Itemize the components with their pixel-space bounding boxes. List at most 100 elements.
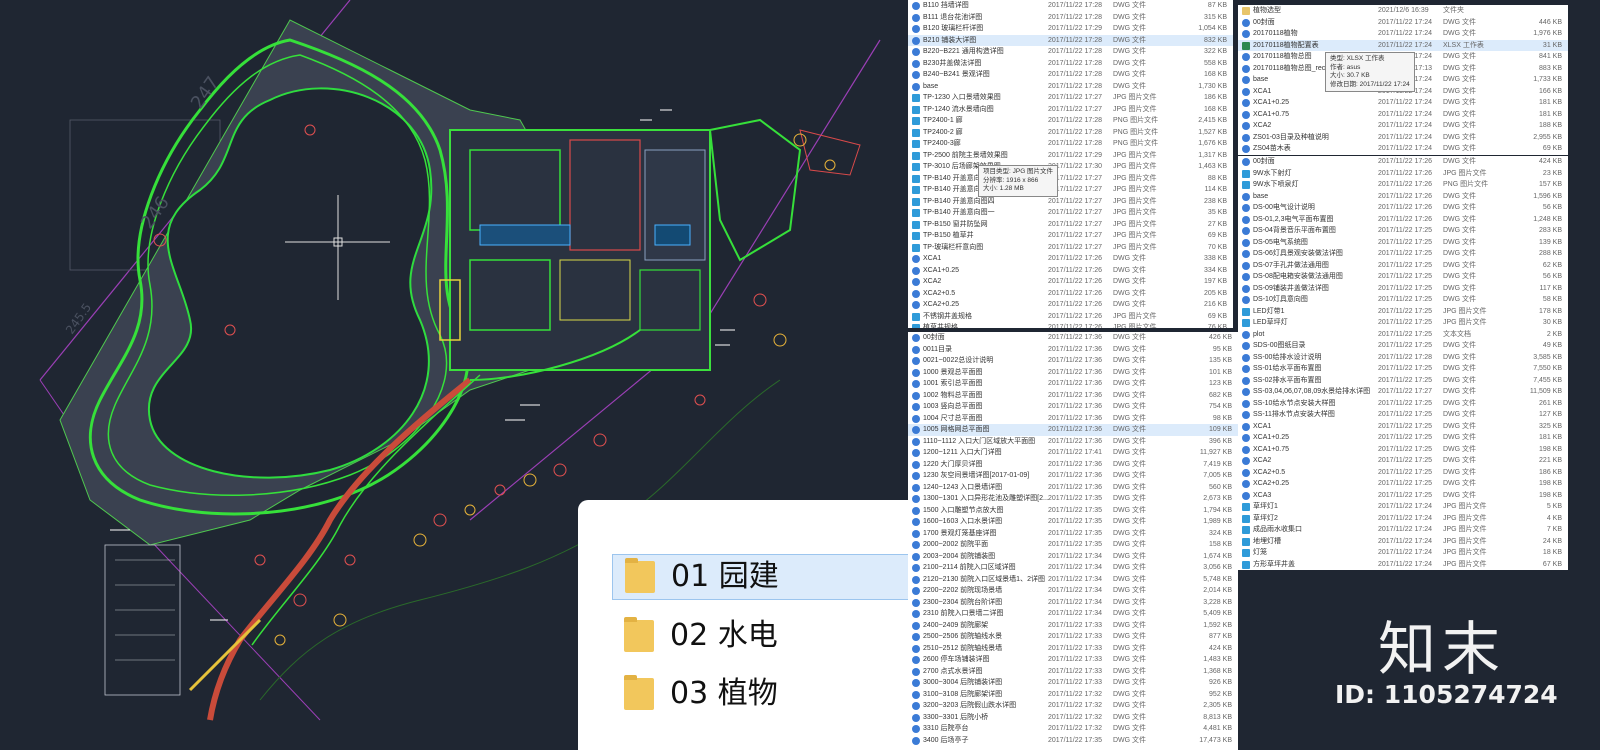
file-row[interactable]: DS-05电气系统图 2017/11/22 17:25 DWG 文件 139 KB <box>1238 237 1568 249</box>
file-row[interactable]: 0021~0022总设计说明 2017/11/22 17:36 DWG 文件 135 … <box>908 355 1238 367</box>
file-row[interactable]: DS-04背景音乐平面布置图 2017/11/22 17:25 DWG 文件 283 … <box>1238 225 1568 237</box>
file-row[interactable]: plot 2017/11/22 17:25 文本文档 2 KB <box>1238 329 1568 341</box>
file-row[interactable]: XCA1+0.25 2017/11/22 17:24 DWG 文件 181 KB <box>1238 97 1568 109</box>
file-row[interactable]: TP-B140 开盖意向图三 2017/11/22 17:27 JPG 图片文件 11… <box>908 184 1233 196</box>
file-row[interactable]: B110 挡墙详图 2017/11/22 17:28 DWG 文件 87 KB <box>908 0 1233 12</box>
file-row[interactable]: 1110~1112 入口大门区域放大平面图 2017/11/22 17:36 DWG… <box>908 436 1238 448</box>
file-row[interactable]: TP2400-3廊 2017/11/22 17:28 PNG 图片文件 1,676 K… <box>908 138 1233 150</box>
file-row[interactable]: ZS01-03目录及种植说明 2017/11/22 17:24 DWG 文件 2,95… <box>1238 132 1568 144</box>
file-row[interactable]: 1004 尺寸总平面图 2017/11/22 17:36 DWG 文件 98 KB <box>908 413 1238 425</box>
file-row[interactable]: 1300~1301 入口异形花池及雕塑详图[2... 2017/11/22 17:… <box>908 493 1238 505</box>
folder-list-panel[interactable]: 01 园建 02 水电 03 植物 <box>578 500 908 750</box>
file-row[interactable]: SS-10给水节点安装大样图 2017/11/22 17:25 DWG 文件 261 … <box>1238 398 1568 410</box>
file-row[interactable]: 1005 网格网总平面图 2017/11/22 17:36 DWG 文件 109 KB <box>908 424 1238 436</box>
file-row[interactable]: DS-08配电箱安装做法通用图 2017/11/22 17:25 DWG 文件 56 … <box>1238 271 1568 283</box>
file-row[interactable]: 2400~2409 前院廊架 2017/11/22 17:33 DWG 文件 1,59… <box>908 620 1238 632</box>
file-row[interactable]: XCA1 2017/11/22 17:26 DWG 文件 338 KB <box>908 253 1233 265</box>
file-row[interactable]: 3100~3108 后院廊架详图 2017/11/22 17:32 DWG 文件 95… <box>908 689 1238 701</box>
file-row[interactable]: 2510~2512 前院轴线景墙 2017/11/22 17:33 DWG 文件 42… <box>908 643 1238 655</box>
file-row[interactable]: 1240~1243 入口景墙详图 2017/11/22 17:36 DWG 文件 56… <box>908 482 1238 494</box>
file-row[interactable]: 1003 竖向总平面图 2017/11/22 17:36 DWG 文件 754 KB <box>908 401 1238 413</box>
file-row[interactable]: XCA2 2017/11/22 17:25 DWG 文件 221 KB <box>1238 455 1568 467</box>
file-row[interactable]: TP-B150 植草井 2017/11/22 17:27 JPG 图片文件 69 KB <box>908 230 1233 242</box>
file-row[interactable]: base 2017/11/22 17:28 DWG 文件 1,730 KB <box>908 81 1233 93</box>
file-row[interactable]: 3310 后院亭台 2017/11/22 17:32 DWG 文件 4,481 KB <box>908 723 1238 735</box>
file-row[interactable]: 不锈钢井盖规格 2017/11/22 17:26 JPG 图片文件 69 KB <box>908 311 1233 323</box>
file-row[interactable]: 2500~2506 前院轴线水景 2017/11/22 17:33 DWG 文件 87… <box>908 631 1238 643</box>
file-row[interactable]: TP-3010 后场廊架效果图 2017/11/22 17:30 JPG 图片文件 1… <box>908 161 1233 173</box>
file-row[interactable]: 草坪灯1 2017/11/22 17:24 JPG 图片文件 5 KB <box>1238 501 1568 513</box>
file-row[interactable]: 9W水下射灯 2017/11/22 17:26 JPG 图片文件 23 KB <box>1238 168 1568 180</box>
file-row[interactable]: XCA2+0.25 2017/11/22 17:25 DWG 文件 198 KB <box>1238 478 1568 490</box>
file-row[interactable]: 方形草坪井盖 2017/11/22 17:24 JPG 图片文件 67 KB <box>1238 559 1568 571</box>
file-row[interactable]: 2310 前院入口景墙二详图 2017/11/22 17:34 DWG 文件 5,40… <box>908 608 1238 620</box>
file-row[interactable]: 灯笼 2017/11/22 17:24 JPG 图片文件 18 KB <box>1238 547 1568 559</box>
file-row[interactable]: TP2400-2 廊 2017/11/22 17:28 PNG 图片文件 1,527 … <box>908 127 1233 139</box>
file-row[interactable]: 1001 索引总平面图 2017/11/22 17:36 DWG 文件 123 KB <box>908 378 1238 390</box>
file-row[interactable]: TP2400-1 廊 2017/11/22 17:28 PNG 图片文件 2,415 … <box>908 115 1233 127</box>
file-row[interactable]: 1220 大门厚贝详图 2017/11/22 17:36 DWG 文件 7,419 K… <box>908 459 1238 471</box>
file-row[interactable]: 3300~3301 后院小桥 2017/11/22 17:32 DWG 文件 8,81… <box>908 712 1238 724</box>
file-row[interactable]: TP-B140 开盖意向图一 2017/11/22 17:27 JPG 图片文件 35… <box>908 207 1233 219</box>
file-row[interactable]: 0011目录 2017/11/22 17:36 DWG 文件 95 KB <box>908 344 1238 356</box>
file-row[interactable]: 植草井规格 2017/11/22 17:26 JPG 图片文件 76 KB <box>908 322 1233 328</box>
file-row[interactable]: SS-00给排水设计说明 2017/11/22 17:28 DWG 文件 3,585 … <box>1238 352 1568 364</box>
file-row[interactable]: B120 玻璃栏杆详图 2017/11/22 17:29 DWG 文件 1,054 K… <box>908 23 1233 35</box>
file-row[interactable]: 1500 入口雕塑节点放大图 2017/11/22 17:35 DWG 文件 1,79… <box>908 505 1238 517</box>
file-row[interactable]: TP-2500 前院主景墙效果图 2017/11/22 17:29 JPG 图片文件… <box>908 150 1233 162</box>
file-row[interactable]: 1600~1603 入口水景详图 2017/11/22 17:35 DWG 文件 1,… <box>908 516 1238 528</box>
file-row[interactable]: LED草坪灯 2017/11/22 17:25 JPG 图片文件 30 KB <box>1238 317 1568 329</box>
file-row[interactable]: 成品雨水收集口 2017/11/22 17:24 JPG 图片文件 7 KB <box>1238 524 1568 536</box>
file-row[interactable]: 2200~2202 前院现场景墙 2017/11/22 17:34 DWG 文件 2,… <box>908 585 1238 597</box>
file-row[interactable]: 1000 景观总平面图 2017/11/22 17:36 DWG 文件 101 KB <box>908 367 1238 379</box>
file-row[interactable]: DS-00电气设计说明 2017/11/22 17:26 DWG 文件 56 KB <box>1238 202 1568 214</box>
file-row[interactable]: SS-02排水平面布置图 2017/11/22 17:25 DWG 文件 7,455 … <box>1238 375 1568 387</box>
file-row[interactable]: 2600 停车场铺装详图 2017/11/22 17:33 DWG 文件 1,483 … <box>908 654 1238 666</box>
file-row[interactable]: 1002 物料总平面图 2017/11/22 17:36 DWG 文件 682 KB <box>908 390 1238 402</box>
file-row[interactable]: 2100~2114 前院入口区域详图 2017/11/22 17:34 DWG 文件… <box>908 562 1238 574</box>
file-row[interactable]: TP-B150 窗井防坠网 2017/11/22 17:27 JPG 图片文件 27 … <box>908 219 1233 231</box>
file-row[interactable]: XCA2 2017/11/22 17:24 DWG 文件 188 KB <box>1238 120 1568 132</box>
file-row[interactable]: SS-03,04,06,07,08,09水景给排水详图 2017/11/22 17… <box>1238 386 1568 398</box>
file-row[interactable]: 1230 灰空间景墙详图[2017-01-09] 2017/11/22 17:36… <box>908 470 1238 482</box>
file-row[interactable]: B220~B221 通用构造详图 2017/11/22 17:28 DWG 文件 32… <box>908 46 1233 58</box>
file-row[interactable]: XCA1 2017/11/22 17:25 DWG 文件 325 KB <box>1238 421 1568 433</box>
file-row[interactable]: 20170118植物配置表 2017/11/22 17:24 XLSX 工作表 31 … <box>1238 39 1568 51</box>
file-row[interactable]: SDS-00图纸目录 2017/11/22 17:25 DWG 文件 49 KB <box>1238 340 1568 352</box>
file-row[interactable]: 2000~2002 前院平面 2017/11/22 17:35 DWG 文件 158 … <box>908 539 1238 551</box>
file-row[interactable]: 3200~3203 后院假山跌水详图 2017/11/22 17:32 DWG 文件… <box>908 700 1238 712</box>
file-row[interactable]: 2003~2004 前院铺装图 2017/11/22 17:34 DWG 文件 1,6… <box>908 551 1238 563</box>
file-row[interactable]: B111 退台花池详图 2017/11/22 17:28 DWG 文件 315 KB <box>908 12 1233 24</box>
file-row[interactable]: TP-1230 入口景墙效果图 2017/11/22 17:27 JPG 图片文件 1… <box>908 92 1233 104</box>
explorer-panel-landscape-plans[interactable]: 00封面 2017/11/22 17:36 DWG 文件 426 KB 0011目录 20… <box>908 332 1238 750</box>
file-row[interactable]: 草坪灯2 2017/11/22 17:24 JPG 图片文件 4 KB <box>1238 513 1568 525</box>
file-row[interactable]: DS-01,2,3电气平面布置图 2017/11/22 17:26 DWG 文件 1,… <box>1238 214 1568 226</box>
file-row[interactable]: XCA1+0.25 2017/11/22 17:26 DWG 文件 334 KB <box>908 265 1233 277</box>
file-row[interactable]: 1700 景观灯笼基座详图 2017/11/22 17:35 DWG 文件 324 K… <box>908 528 1238 540</box>
file-row[interactable]: DS-06灯具景观安装做法详图 2017/11/22 17:25 DWG 文件 288… <box>1238 248 1568 260</box>
file-row[interactable]: XCA2+0.5 2017/11/22 17:25 DWG 文件 186 KB <box>1238 467 1568 479</box>
file-row[interactable]: DS-10灯具意向图 2017/11/22 17:25 DWG 文件 58 KB <box>1238 294 1568 306</box>
explorer-panel-landscape-details[interactable]: B110 挡墙详图 2017/11/22 17:28 DWG 文件 87 KB B111… <box>908 0 1233 328</box>
file-row[interactable]: XCA1+0.25 2017/11/22 17:25 DWG 文件 181 KB <box>1238 432 1568 444</box>
file-row[interactable]: 1200~1211 入口大门详图 2017/11/22 17:41 DWG 文件 11… <box>908 447 1238 459</box>
file-row[interactable]: LED灯带1 2017/11/22 17:25 JPG 图片文件 178 KB <box>1238 306 1568 318</box>
file-row[interactable]: XCA2 2017/11/22 17:26 DWG 文件 197 KB <box>908 276 1233 288</box>
file-row[interactable]: B240~B241 景观详图 2017/11/22 17:28 DWG 文件 168 … <box>908 69 1233 81</box>
file-row[interactable]: DS-07手孔井做法通用图 2017/11/22 17:25 DWG 文件 62 KB <box>1238 260 1568 272</box>
file-row[interactable]: XCA2+0.5 2017/11/22 17:26 DWG 文件 205 KB <box>908 288 1233 300</box>
file-row[interactable]: base 2017/11/22 17:26 DWG 文件 1,596 KB <box>1238 191 1568 203</box>
file-row[interactable]: XCA2+0.25 2017/11/22 17:26 DWG 文件 216 KB <box>908 299 1233 311</box>
folder-item-landscape[interactable]: 01 园建 <box>612 554 908 600</box>
file-row[interactable]: 2700 点式水景详图 2017/11/22 17:33 DWG 文件 1,368 K… <box>908 666 1238 678</box>
file-row[interactable]: 20170118植物 2017/11/22 17:24 DWG 文件 1,976 KB <box>1238 28 1568 40</box>
file-row[interactable]: DS-09铺装井盖做法详图 2017/11/22 17:25 DWG 文件 117 K… <box>1238 283 1568 295</box>
file-row[interactable]: B210 铺装大详图 2017/11/22 17:28 DWG 文件 832 KB <box>908 34 1233 46</box>
file-row[interactable]: B230井盖做法详图 2017/11/22 17:28 DWG 文件 558 KB <box>908 58 1233 70</box>
folder-item-water-electric[interactable]: 02 水电 <box>612 614 908 658</box>
explorer-panel-electrical[interactable]: 00封面 2017/11/22 17:26 DWG 文件 424 KB 9W水下射灯 20… <box>1238 156 1568 570</box>
folder-item-plants[interactable]: 03 植物 <box>612 672 908 716</box>
file-row[interactable]: 00封面 2017/11/22 17:24 DWG 文件 446 KB <box>1238 17 1568 29</box>
file-row[interactable]: 地埋灯槽 2017/11/22 17:24 JPG 图片文件 24 KB <box>1238 536 1568 548</box>
file-row[interactable]: 2120~2130 前院入口区域景墙1、2详图 2017/11/22 17:34 D… <box>908 574 1238 586</box>
